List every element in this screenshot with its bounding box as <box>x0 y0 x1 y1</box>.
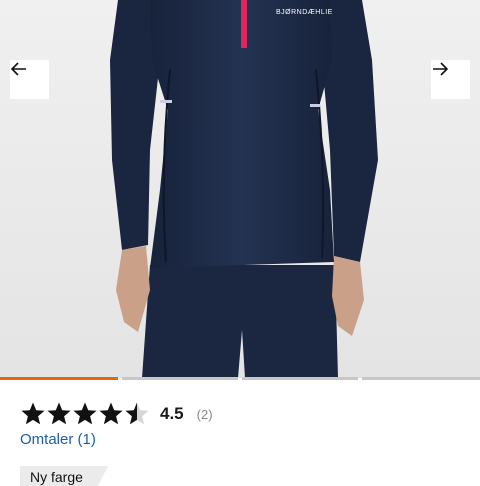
product-image-gallery[interactable]: BJØRNDÆHLIE <box>0 0 480 378</box>
gallery-progress-indicator <box>0 377 480 380</box>
arrow-right-icon <box>433 62 449 76</box>
badge-label: Ny farge <box>30 469 83 485</box>
brand-logo: BJØRNDÆHLIE <box>276 9 333 16</box>
rating-count: (2) <box>196 406 213 422</box>
rating-value: 4.5 <box>160 404 184 423</box>
reviews-link[interactable]: Omtaler (1) <box>20 431 96 448</box>
arrow-left-icon <box>10 62 26 76</box>
slide-indicator-2[interactable] <box>122 377 238 380</box>
previous-image-button[interactable] <box>10 60 49 99</box>
star-icon <box>99 402 123 425</box>
slide-indicator-1[interactable] <box>0 377 118 380</box>
star-icon <box>21 402 45 425</box>
rating-stars <box>20 401 150 427</box>
new-color-badge: Ny farge <box>20 466 108 486</box>
star-icon <box>47 402 71 425</box>
slide-indicator-3[interactable] <box>242 377 358 380</box>
slide-indicator-4[interactable] <box>362 377 480 380</box>
next-image-button[interactable] <box>431 60 470 99</box>
star-icon <box>125 402 149 425</box>
product-rating[interactable]: 4.5 (2) <box>20 400 213 428</box>
product-photo: BJØRNDÆHLIE <box>0 0 480 378</box>
star-icon <box>73 402 97 425</box>
